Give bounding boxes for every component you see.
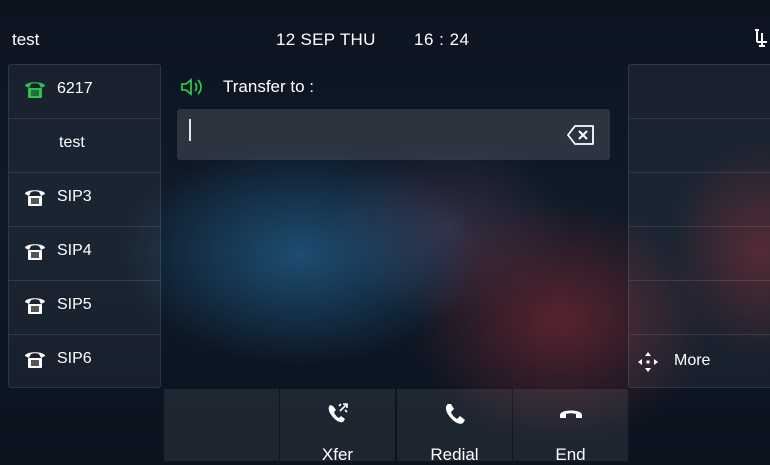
line-key-sip6[interactable]: SIP6	[9, 335, 160, 389]
redial-button[interactable]: Redial	[397, 389, 512, 464]
softkey-bar: Xfer Redial End	[0, 389, 770, 464]
line-key-sip3[interactable]: SIP3	[9, 173, 160, 227]
desk-phone-icon	[25, 190, 45, 206]
dsskey-slot[interactable]	[629, 173, 770, 227]
network-icon	[755, 29, 767, 47]
line-key-sip4[interactable]: SIP4	[9, 227, 160, 281]
text-cursor	[189, 119, 191, 141]
softkey-label: Redial	[430, 445, 479, 464]
time-display: 16 : 24	[414, 30, 470, 49]
dsskey-slot[interactable]	[629, 227, 770, 281]
dsskey-slot[interactable]	[629, 119, 770, 173]
transfer-icon	[328, 403, 348, 423]
line-key-label: SIP6	[57, 350, 92, 367]
line-key-label: SIP4	[57, 242, 92, 259]
transfer-number-input[interactable]	[177, 109, 610, 160]
softkey-empty[interactable]	[164, 389, 279, 461]
account-title: test	[12, 30, 40, 49]
desk-phone-icon	[25, 244, 45, 260]
line-key-label: SIP5	[57, 296, 92, 313]
desk-phone-icon	[25, 82, 45, 98]
end-call-button[interactable]: End	[513, 389, 628, 464]
more-label: More	[674, 352, 711, 369]
line-key-label: SIP3	[57, 188, 92, 205]
more-button[interactable]: More	[629, 335, 770, 389]
dsskey-slot[interactable]	[629, 65, 770, 119]
dsskey-panel: More	[628, 64, 770, 388]
line-key-label: 6217	[57, 80, 93, 97]
line-key-panel: 6217 test SIP3 SIP4 SIP5 SIP6	[8, 64, 161, 388]
softkey-label: Xfer	[321, 445, 354, 464]
softkey-label: End	[555, 445, 586, 464]
line-key-6217[interactable]: 6217	[9, 65, 160, 119]
status-bar: test 12 SEP THU 16 : 24	[0, 0, 770, 56]
dsskey-slot[interactable]	[629, 281, 770, 335]
handset-icon	[445, 404, 465, 424]
line-key-sip5[interactable]: SIP5	[9, 281, 160, 335]
date-display: 12 SEP THU	[276, 30, 376, 49]
speaker-icon	[181, 78, 202, 96]
xfer-button[interactable]: Xfer	[280, 389, 395, 464]
backspace-icon[interactable]	[567, 124, 595, 146]
move-arrows-icon	[638, 352, 658, 372]
desk-phone-icon	[25, 352, 45, 368]
line-key-test[interactable]: test	[9, 119, 160, 173]
desk-phone-icon	[25, 298, 45, 314]
line-key-label: test	[59, 134, 85, 151]
transfer-to-label: Transfer to :	[223, 77, 315, 96]
hangup-icon	[560, 410, 582, 418]
